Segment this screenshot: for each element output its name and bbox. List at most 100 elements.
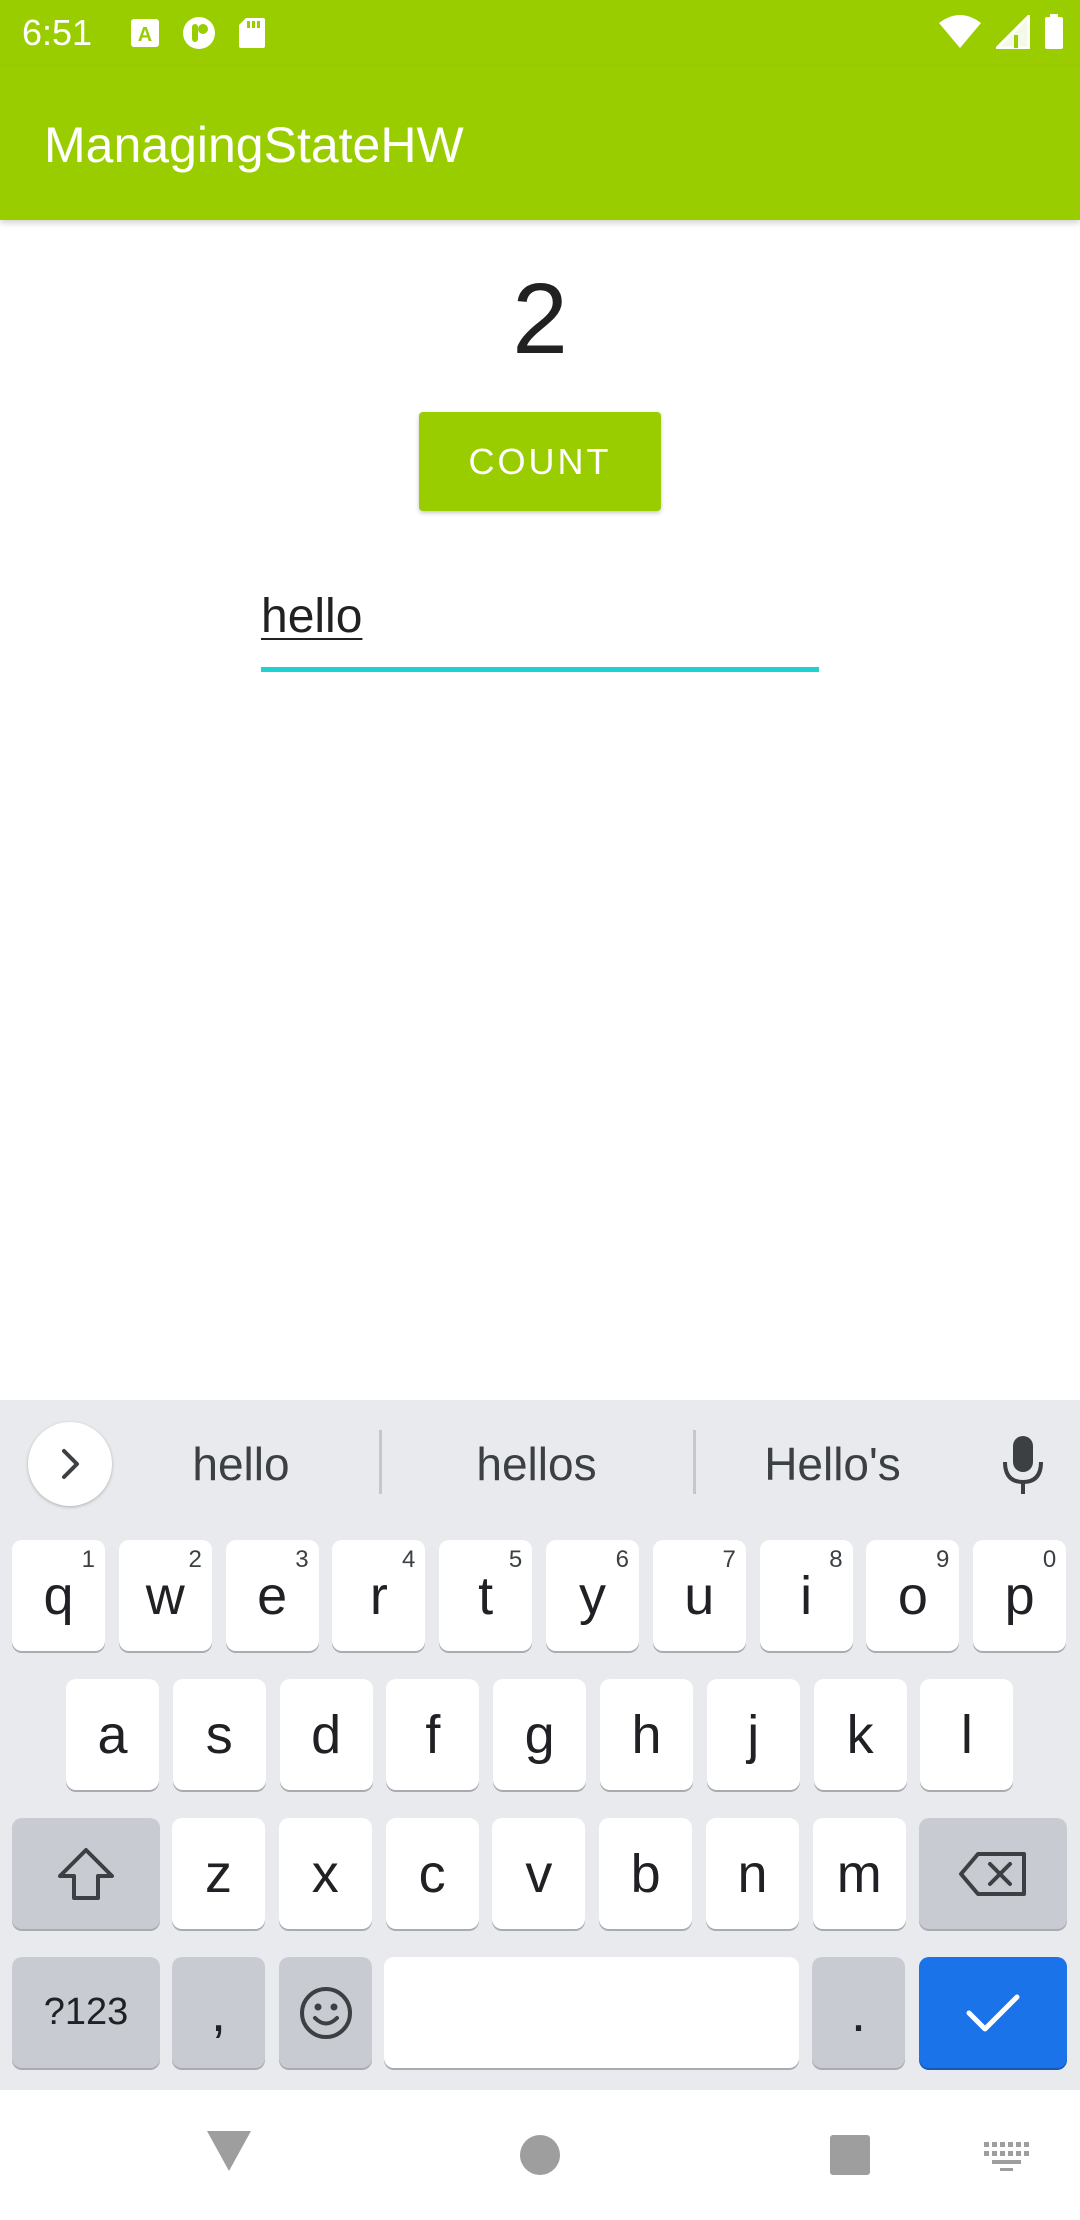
suggestion-divider <box>693 1430 696 1494</box>
key-t[interactable]: t5 <box>439 1540 533 1651</box>
key-v[interactable]: v <box>492 1818 586 1929</box>
app-bar: ManagingStateHW <box>0 66 1080 220</box>
key-hint: 2 <box>188 1546 202 1573</box>
keyboard-expand-button[interactable] <box>28 1422 112 1506</box>
status-bar: 6:51 A <box>0 0 1080 66</box>
symbols-key[interactable]: ?123 <box>12 1957 160 2068</box>
key-z[interactable]: z <box>172 1818 265 1929</box>
text-input-field[interactable]: hello <box>261 580 819 676</box>
emoji-key[interactable] <box>279 1957 372 2068</box>
key-o[interactable]: o9 <box>866 1540 960 1651</box>
text-input-value[interactable]: hello <box>261 588 362 646</box>
key-label: n <box>737 1843 768 1904</box>
soft-keyboard: hello hellos Hello's ?123 , . q 1 w 2 e … <box>0 1400 1080 2090</box>
key-e[interactable]: e3 <box>225 1540 319 1651</box>
key-u[interactable]: u7 <box>652 1540 746 1651</box>
enter-key[interactable] <box>919 1957 1067 2068</box>
key-label: s <box>205 1704 233 1765</box>
backspace-icon <box>959 1851 1026 1896</box>
key-label: l <box>960 1704 973 1765</box>
key-label: i <box>800 1565 813 1626</box>
key-a[interactable]: a <box>66 1679 159 1790</box>
key-label: b <box>630 1843 661 1904</box>
status-right-icons <box>938 14 1064 50</box>
key-label: m <box>836 1843 882 1904</box>
key-label: r <box>369 1565 388 1626</box>
key-label: v <box>525 1843 553 1904</box>
key-k[interactable]: k <box>813 1679 907 1790</box>
keyboard-switch-icon[interactable] <box>984 2142 1030 2172</box>
recents-icon[interactable] <box>829 2134 871 2176</box>
key-label: o <box>897 1565 928 1626</box>
key-g[interactable]: g <box>493 1679 587 1790</box>
home-icon[interactable] <box>519 2134 561 2176</box>
microphone-icon[interactable] <box>1000 1434 1046 1496</box>
text-input-underline <box>261 667 819 672</box>
key-l[interactable]: l <box>920 1679 1014 1790</box>
battery-icon <box>1045 14 1063 49</box>
shift-icon <box>58 1847 114 1900</box>
key-p[interactable]: p0 <box>973 1540 1067 1651</box>
keyboard-a-icon: A <box>131 19 159 47</box>
key-w[interactable]: w2 <box>118 1540 212 1651</box>
suggestion-2[interactable]: hellos <box>395 1434 678 1494</box>
key-h[interactable]: h <box>600 1679 693 1790</box>
key-m[interactable]: m <box>812 1818 906 1929</box>
key-b[interactable]: b <box>599 1818 693 1929</box>
key-hint: 0 <box>1042 1546 1057 1573</box>
key-label: q <box>43 1565 74 1626</box>
main-content: 2 COUNT hello <box>0 220 1080 1400</box>
suggestion-divider <box>379 1430 382 1494</box>
key-label: e <box>257 1565 288 1626</box>
key-label: y <box>579 1565 606 1626</box>
navigation-bar <box>0 2090 1080 2220</box>
key-j[interactable]: j <box>706 1679 800 1790</box>
key-label: x <box>311 1843 339 1904</box>
sd-card-icon <box>239 18 265 48</box>
key-label: z <box>205 1843 232 1904</box>
counter-value: 2 <box>512 263 568 375</box>
back-icon[interactable] <box>206 2130 252 2172</box>
shift-key[interactable] <box>12 1818 160 1929</box>
emoji-icon <box>299 1986 352 2039</box>
key-label: f <box>425 1704 441 1765</box>
status-left-icons: A <box>130 16 266 50</box>
key-hint: 6 <box>615 1546 629 1573</box>
suggestion-strip: hello hellos Hello's <box>0 1400 1080 1538</box>
key-hint: 3 <box>295 1546 309 1573</box>
key-s[interactable]: s <box>172 1679 266 1790</box>
key-label: j <box>747 1704 760 1765</box>
key-hint: 8 <box>829 1546 843 1573</box>
key-d[interactable]: d <box>279 1679 373 1790</box>
key-hint: 4 <box>402 1546 416 1573</box>
key-y[interactable]: y6 <box>546 1540 639 1651</box>
svg-text:A: A <box>138 24 152 46</box>
chevron-right-icon <box>62 1449 79 1479</box>
key-f[interactable]: f <box>386 1679 480 1790</box>
pocket-icon <box>183 17 215 49</box>
key-label: w <box>145 1565 185 1626</box>
key-label: a <box>97 1704 128 1765</box>
backspace-key[interactable] <box>919 1818 1067 1929</box>
key-label: p <box>1004 1565 1035 1626</box>
key-x[interactable]: x <box>278 1818 372 1929</box>
key-hint: 1 <box>81 1546 95 1573</box>
suggestion-3[interactable]: Hello's <box>705 1434 960 1494</box>
suggestion-1[interactable]: hello <box>130 1434 352 1494</box>
period-key[interactable]: . <box>812 1957 905 2068</box>
key-i[interactable]: i8 <box>759 1540 853 1651</box>
wifi-icon <box>939 15 981 48</box>
space-key[interactable] <box>384 1957 799 2068</box>
key-label: d <box>311 1704 342 1765</box>
key-label: c <box>418 1843 446 1904</box>
key-label: k <box>846 1704 874 1765</box>
count-button[interactable]: COUNT <box>419 412 661 511</box>
key-c[interactable]: c <box>385 1818 479 1929</box>
key-label: g <box>524 1704 555 1765</box>
comma-key[interactable]: , <box>172 1957 265 2068</box>
key-r[interactable]: r4 <box>332 1540 426 1651</box>
key-label: t <box>478 1565 494 1626</box>
key-q[interactable]: q1 <box>12 1540 105 1651</box>
key-hint: 9 <box>936 1546 950 1573</box>
key-n[interactable]: n <box>706 1818 799 1929</box>
